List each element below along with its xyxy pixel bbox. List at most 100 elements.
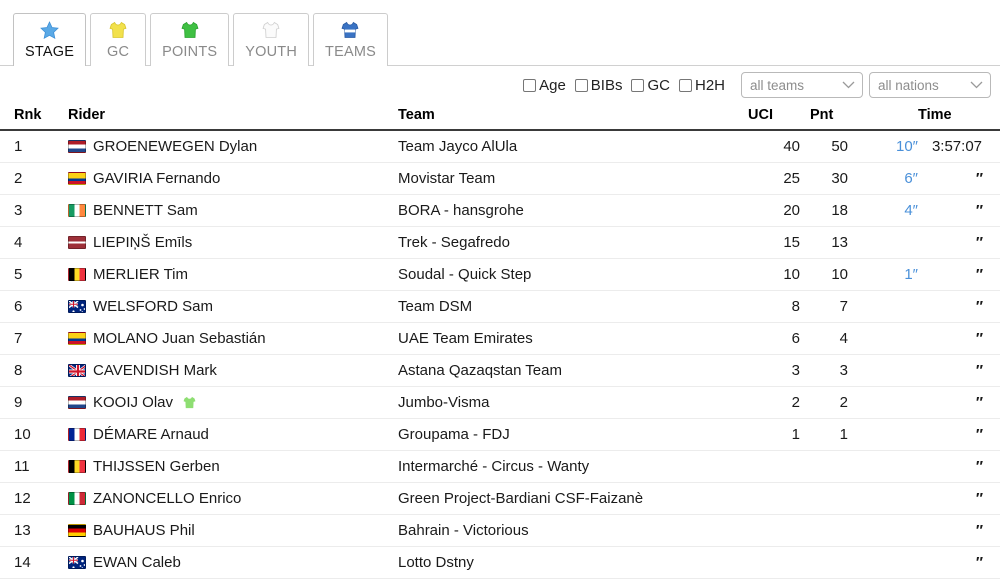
cell-bonus-seconds: 10″ — [848, 130, 918, 163]
cell-team[interactable]: Groupama - FDJ — [398, 418, 748, 451]
cell-team[interactable]: UAE Team Emirates — [398, 322, 748, 355]
table-row[interactable]: 1 GROENEWEGEN Dylan Team Jayco AlUla 40 50 10… — [0, 130, 1000, 163]
cell-team[interactable]: Movistar Team — [398, 162, 748, 195]
checkbox-box-icon[interactable] — [631, 78, 645, 92]
cell-team[interactable]: Intermarché - Circus - Wanty — [398, 450, 748, 483]
table-row[interactable]: 8 CAVENDISH Mark Astana Qazaqstan Team 3 3 ″ — [0, 354, 1000, 387]
nation-filter-select[interactable]: all nations — [869, 72, 991, 98]
flag-icon-be — [68, 268, 86, 281]
flag-icon-be — [68, 460, 86, 473]
tab-stage[interactable]: STAGE — [13, 13, 87, 66]
column-header-uci[interactable]: UCI — [748, 104, 800, 131]
cell-team[interactable]: Jumbo-Visma — [398, 386, 748, 419]
cell-rider: GAVIRIA Fernando — [68, 162, 398, 195]
checkbox-box-icon[interactable] — [523, 78, 537, 92]
results-table-body: 1 GROENEWEGEN Dylan Team Jayco AlUla 40 50 10… — [0, 130, 1000, 579]
column-header-rank[interactable]: Rnk — [0, 104, 68, 131]
rider-name-link[interactable]: DÉMARE Arnaud — [93, 426, 209, 443]
rider-name-link[interactable]: WELSFORD Sam — [93, 298, 213, 315]
cell-bonus-seconds — [848, 482, 918, 515]
checkbox-bibs[interactable]: BIBs — [574, 78, 622, 93]
cell-team[interactable]: Team DSM — [398, 290, 748, 323]
team-filter-select[interactable]: all teams — [741, 72, 863, 98]
blue-jersey-icon — [340, 19, 360, 41]
cell-rider: WELSFORD Sam — [68, 290, 398, 323]
cell-team[interactable]: Bahrain - Victorious — [398, 514, 748, 547]
table-row[interactable]: 11 THIJSSEN Gerben Intermarché - Circus - … — [0, 450, 1000, 483]
rider-name-link[interactable]: BENNETT Sam — [93, 202, 198, 219]
table-row[interactable]: 13 BAUHAUS Phil Bahrain - Victorious ″ — [0, 514, 1000, 547]
tab-label: YOUTH — [245, 44, 298, 60]
cell-team[interactable]: Astana Qazaqstan Team — [398, 354, 748, 387]
cell-rider: THIJSSEN Gerben — [68, 450, 398, 483]
rider-name-link[interactable]: GAVIRIA Fernando — [93, 170, 220, 187]
cell-team[interactable]: Team Jayco AlUla — [398, 130, 748, 163]
cell-rank: 6 — [0, 290, 68, 323]
chevron-down-icon — [970, 76, 983, 94]
rider-name-link[interactable]: EWAN Caleb — [93, 554, 181, 571]
flag-icon-nl — [68, 396, 86, 409]
table-row[interactable]: 14 EWAN Caleb Lotto Dstny ″ — [0, 546, 1000, 579]
checkbox-box-icon[interactable] — [574, 78, 588, 92]
tab-teams[interactable]: TEAMS — [313, 13, 388, 66]
column-header-pnt[interactable]: Pnt — [800, 104, 848, 131]
rider-cell: BAUHAUS Phil — [68, 522, 398, 539]
rider-name-link[interactable]: CAVENDISH Mark — [93, 362, 217, 379]
column-header-time[interactable]: Time — [918, 104, 1000, 131]
rider-cell: ZANONCELLO Enrico — [68, 490, 398, 507]
cell-bonus-seconds: 4″ — [848, 194, 918, 227]
cell-bonus-seconds — [848, 322, 918, 355]
cell-rider: ZANONCELLO Enrico — [68, 482, 398, 515]
cell-bonus-seconds — [848, 354, 918, 387]
table-row[interactable]: 7 MOLANO Juan Sebastián UAE Team Emirates 6… — [0, 322, 1000, 355]
cell-bonus-seconds — [848, 546, 918, 579]
table-row[interactable]: 9 KOOIJ Olav Jumbo-Visma 2 2 ″ — [0, 386, 1000, 419]
column-header-team[interactable]: Team — [398, 104, 748, 131]
checkbox-gc[interactable]: GC — [631, 78, 670, 93]
cell-uci — [748, 546, 800, 579]
cell-rank: 1 — [0, 130, 68, 163]
table-row[interactable]: 6 WELSFORD Sam Team DSM 8 7 ″ — [0, 290, 1000, 323]
table-row[interactable]: 4 LIEPIŅŠ Emīls Trek - Segafredo 15 13 ″ — [0, 226, 1000, 259]
cell-team[interactable]: Green Project-Bardiani CSF-Faizanè — [398, 482, 748, 515]
cell-uci: 10 — [748, 258, 800, 291]
cell-rank: 8 — [0, 354, 68, 387]
cell-bonus-seconds — [848, 290, 918, 323]
tab-gc[interactable]: GC — [90, 13, 147, 66]
cell-rank: 12 — [0, 482, 68, 515]
rider-cell: GAVIRIA Fernando — [68, 170, 398, 187]
rider-name-link[interactable]: GROENEWEGEN Dylan — [93, 138, 257, 155]
flag-icon-de — [68, 524, 86, 537]
cell-rider: BAUHAUS Phil — [68, 514, 398, 547]
checkbox-box-icon[interactable] — [678, 78, 692, 92]
rider-name-link[interactable]: ZANONCELLO Enrico — [93, 490, 241, 507]
cell-pnt: 3 — [800, 354, 848, 387]
cell-team[interactable]: Trek - Segafredo — [398, 226, 748, 259]
cell-uci — [748, 514, 800, 547]
checkbox-h2h[interactable]: H2H — [678, 78, 725, 93]
cell-time: ″ — [918, 514, 1000, 547]
tab-points[interactable]: POINTS — [150, 13, 230, 66]
column-header-rider[interactable]: Rider — [68, 104, 398, 131]
rider-name-link[interactable]: LIEPIŅŠ Emīls — [93, 234, 192, 251]
cell-time: ″ — [918, 290, 1000, 323]
table-row[interactable]: 5 MERLIER Tim Soudal - Quick Step 10 10 1″ ″ — [0, 258, 1000, 291]
checkbox-age[interactable]: Age — [523, 78, 566, 93]
rider-name-link[interactable]: THIJSSEN Gerben — [93, 458, 220, 475]
cell-rank: 4 — [0, 226, 68, 259]
table-row[interactable]: 10 DÉMARE Arnaud Groupama - FDJ 1 1 ″ — [0, 418, 1000, 451]
cell-team[interactable]: Soudal - Quick Step — [398, 258, 748, 291]
cell-team[interactable]: Lotto Dstny — [398, 546, 748, 579]
rider-name-link[interactable]: KOOIJ Olav — [93, 394, 173, 411]
rider-cell: BENNETT Sam — [68, 202, 398, 219]
table-row[interactable]: 12 ZANONCELLO Enrico Green Project-Bardian… — [0, 482, 1000, 515]
tab-youth[interactable]: YOUTH — [233, 13, 310, 66]
table-row[interactable]: 2 GAVIRIA Fernando Movistar Team 25 30 6″ ″ — [0, 162, 1000, 195]
cell-bonus-seconds — [848, 226, 918, 259]
flag-icon-au — [68, 556, 86, 569]
rider-name-link[interactable]: MOLANO Juan Sebastián — [93, 330, 266, 347]
cell-team[interactable]: BORA - hansgrohe — [398, 194, 748, 227]
rider-name-link[interactable]: MERLIER Tim — [93, 266, 188, 283]
table-row[interactable]: 3 BENNETT Sam BORA - hansgrohe 20 18 4″ ″ — [0, 194, 1000, 227]
rider-name-link[interactable]: BAUHAUS Phil — [93, 522, 195, 539]
